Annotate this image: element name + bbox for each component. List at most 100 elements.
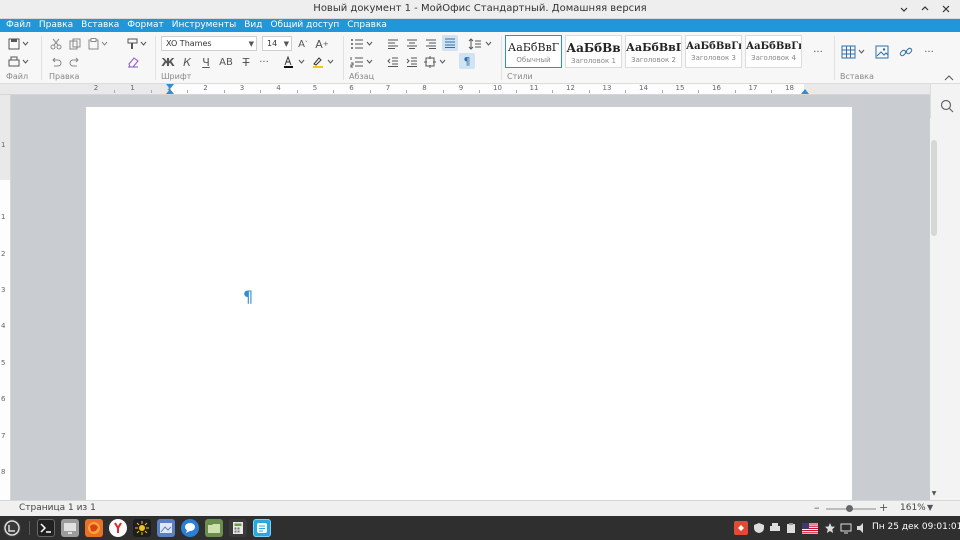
favorites-tray-icon[interactable]: [823, 521, 837, 535]
messenger-launcher[interactable]: [181, 519, 199, 537]
paragraph-mark[interactable]: ¶: [243, 287, 253, 306]
style-heading-2[interactable]: АаБбВвГ Заголовок 2: [625, 35, 682, 68]
zoom-in-button[interactable]: +: [879, 501, 888, 514]
clock[interactable]: Пн 25 дек 09:01:01: [872, 522, 960, 532]
printer-icon: [770, 523, 780, 531]
calculator-launcher[interactable]: [229, 519, 247, 537]
shrink-font-button[interactable]: Aˇ: [296, 36, 310, 52]
menu-view[interactable]: Вид: [240, 19, 266, 32]
ruler-number: 2: [203, 84, 208, 92]
menu-insert[interactable]: Вставка: [77, 19, 123, 32]
left-indent-marker[interactable]: [166, 89, 174, 94]
font-size-value: 14: [267, 39, 278, 48]
align-left-button[interactable]: [386, 36, 400, 52]
clear-format-button[interactable]: [126, 54, 140, 70]
scrollbar-thumb[interactable]: [931, 140, 937, 236]
strikethrough-button[interactable]: Т: [239, 54, 253, 70]
font-family-select[interactable]: XO Thames ▼: [161, 36, 257, 51]
zoom-out-button[interactable]: –: [814, 501, 820, 514]
numbered-list-button[interactable]: [350, 54, 376, 70]
more-font-options-button[interactable]: ···: [257, 54, 271, 70]
more-styles-button[interactable]: ···: [810, 44, 826, 60]
ruler-number: 8: [422, 84, 427, 92]
print-button[interactable]: [6, 54, 32, 70]
paragraph-spacing-button[interactable]: [424, 54, 450, 70]
zoom-slider-knob[interactable]: [846, 505, 853, 512]
line-spacing-button[interactable]: [467, 36, 495, 52]
bold-button[interactable]: Ж: [161, 54, 175, 70]
insert-table-button[interactable]: [841, 44, 867, 60]
clipboard-tray-icon[interactable]: [784, 521, 798, 535]
style-heading-1[interactable]: АаБбВв Заголовок 1: [565, 35, 622, 68]
style-normal[interactable]: АаБбВвГ Обычный: [505, 35, 562, 68]
cut-button[interactable]: [49, 36, 63, 52]
volume-tray-icon[interactable]: [855, 521, 869, 535]
right-indent-marker[interactable]: [801, 89, 809, 94]
vertical-ruler[interactable]: 1 1 2 3 4 5 6 7 8: [0, 95, 11, 500]
style-heading-4[interactable]: АаБбВвГг Заголовок 4: [745, 35, 802, 68]
align-right-button[interactable]: [424, 36, 438, 52]
style-heading-3[interactable]: АаБбВвГг Заголовок 3: [685, 35, 742, 68]
yandex-browser-launcher[interactable]: [109, 519, 127, 537]
menu-format[interactable]: Формат: [123, 19, 168, 32]
style-sample: АаБбВв: [566, 41, 621, 55]
redo-button[interactable]: [68, 54, 82, 70]
search-button[interactable]: [939, 98, 955, 114]
align-center-button[interactable]: [405, 36, 419, 52]
ruler-number: 12: [566, 84, 575, 92]
terminal-launcher[interactable]: [37, 519, 55, 537]
vertical-scrollbar[interactable]: ▼: [930, 118, 938, 500]
files-launcher[interactable]: [61, 519, 79, 537]
close-button[interactable]: [937, 2, 954, 16]
highlight-color-button[interactable]: [311, 54, 337, 70]
collapse-ribbon-button[interactable]: [944, 74, 954, 84]
save-icon: [8, 38, 29, 50]
printer-tray-icon[interactable]: [768, 521, 782, 535]
undo-button[interactable]: [49, 54, 63, 70]
save-button[interactable]: [6, 36, 32, 52]
zoom-slider[interactable]: [826, 505, 876, 512]
zoom-level[interactable]: 161%: [900, 503, 926, 513]
case-button[interactable]: АВ: [218, 54, 234, 70]
bullet-list-button[interactable]: [350, 36, 376, 52]
image-viewer-launcher[interactable]: [157, 519, 175, 537]
shield-icon[interactable]: [752, 521, 766, 535]
increase-indent-button[interactable]: [405, 54, 419, 70]
group-label-file: Файл: [6, 72, 29, 81]
keyboard-layout-indicator[interactable]: [801, 521, 819, 535]
document-canvas[interactable]: ¶: [11, 95, 930, 500]
decrease-indent-button[interactable]: [386, 54, 400, 70]
maximize-button[interactable]: [916, 2, 933, 16]
menu-edit[interactable]: Правка: [35, 19, 77, 32]
insert-link-button[interactable]: [898, 44, 914, 60]
insert-image-button[interactable]: [874, 44, 890, 60]
myoffice-text-launcher[interactable]: [253, 519, 271, 537]
scroll-down-button[interactable]: ▼: [930, 490, 938, 498]
format-painter-button[interactable]: [126, 36, 150, 52]
grow-font-button[interactable]: A +: [315, 36, 329, 52]
network-manager-icon[interactable]: [734, 521, 748, 535]
minimize-button[interactable]: [895, 2, 912, 16]
display-tray-icon[interactable]: [839, 521, 853, 535]
show-formatting-marks-button[interactable]: ¶: [459, 53, 475, 69]
file-manager-launcher[interactable]: [205, 519, 223, 537]
horizontal-ruler[interactable]: 2 1 1 2 3 4 5 6 7 8 9 10 11 12 13 14 15 16 17 18: [0, 84, 930, 95]
media-player-launcher[interactable]: [133, 519, 151, 537]
font-color-button[interactable]: [282, 54, 308, 70]
italic-button[interactable]: К: [180, 54, 194, 70]
zoom-dropdown-button[interactable]: ▼: [927, 503, 933, 512]
align-justify-button[interactable]: [442, 35, 458, 51]
ruler-tick: [734, 90, 736, 93]
menu-help[interactable]: Справка: [343, 19, 391, 32]
paste-button[interactable]: [87, 36, 111, 52]
menu-file[interactable]: Файл: [2, 19, 35, 32]
document-page[interactable]: ¶: [86, 107, 852, 500]
firefox-launcher[interactable]: [85, 519, 103, 537]
menu-tools[interactable]: Инструменты: [168, 19, 240, 32]
more-insert-button[interactable]: ···: [921, 44, 937, 60]
underline-button[interactable]: Ч: [199, 54, 213, 70]
copy-button[interactable]: [68, 36, 82, 52]
start-menu-button[interactable]: [3, 519, 21, 537]
menu-sharing[interactable]: Общий доступ: [266, 19, 343, 32]
font-size-select[interactable]: 14 ▼: [262, 36, 292, 51]
